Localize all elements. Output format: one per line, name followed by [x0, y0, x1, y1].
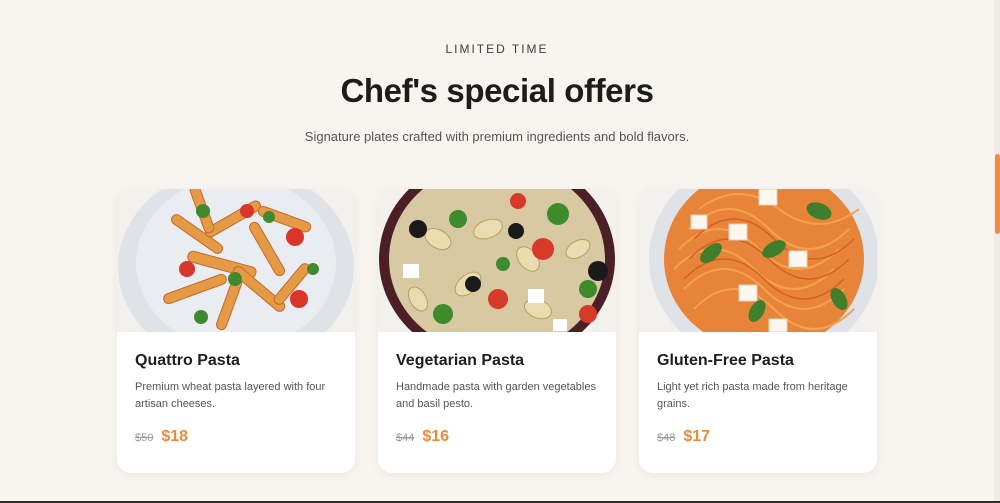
card-title: Gluten-Free Pasta: [657, 352, 794, 369]
new-price: $16: [422, 428, 450, 445]
card-title: Vegetarian Pasta: [396, 352, 525, 369]
penne-pasta-dish-image: [117, 189, 355, 332]
offers-section: LIMITED TIME Chef's special offers Signa…: [0, 0, 994, 503]
offer-card-gluten-free-pasta[interactable]: Gluten-Free Pasta Light yet rich pasta m…: [639, 189, 877, 473]
new-price: $17: [683, 428, 711, 445]
offer-card-vegetarian-pasta[interactable]: Vegetarian Pasta Handmade pasta with gar…: [378, 189, 616, 473]
price-row: $44 $16: [396, 428, 449, 446]
section-title: Chef's special offers: [340, 72, 654, 109]
old-price: $48: [657, 432, 676, 444]
scrollbar-thumb[interactable]: [995, 154, 1000, 234]
price-row: $50 $18: [135, 428, 188, 446]
card-description: Premium wheat pasta layered with four ar…: [135, 381, 326, 410]
section-eyebrow: LIMITED TIME: [445, 42, 549, 56]
new-price: $18: [161, 428, 189, 445]
section-subtitle: Signature plates crafted with premium in…: [304, 129, 690, 144]
spaghetti-dish-image: [639, 189, 877, 332]
card-description: Handmade pasta with garden vegetables an…: [396, 381, 596, 410]
vegetable-fusilli-dish-image: [378, 189, 616, 332]
offer-card-quattro-pasta[interactable]: Quattro Pasta Premium wheat pasta layere…: [117, 189, 355, 473]
old-price: $50: [135, 432, 154, 444]
old-price: $44: [396, 432, 415, 444]
price-row: $48 $17: [657, 428, 710, 446]
card-description: Light yet rich pasta made from heritage …: [657, 381, 848, 410]
scrollbar-track[interactable]: [994, 0, 1000, 503]
card-title: Quattro Pasta: [135, 352, 240, 369]
